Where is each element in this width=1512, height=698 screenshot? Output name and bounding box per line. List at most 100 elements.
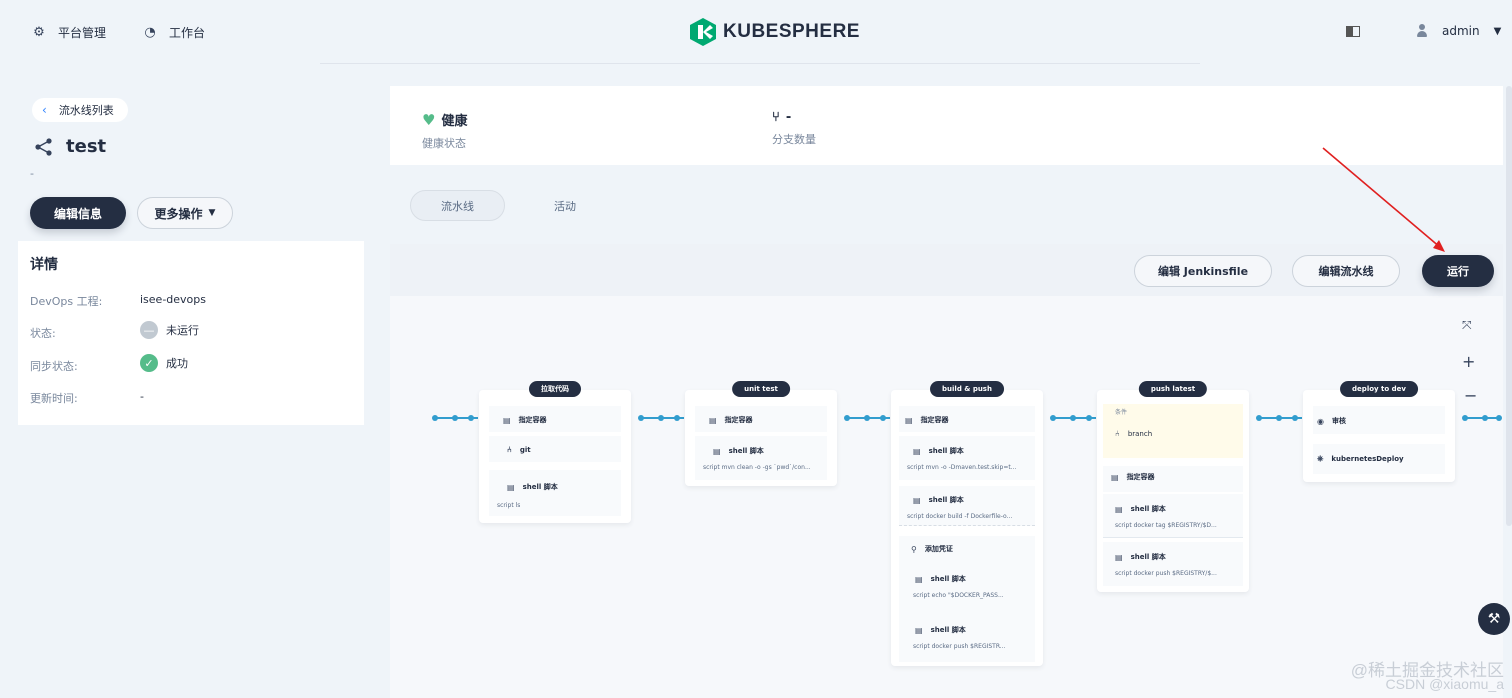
watermark-csdn: CSDN @xiaomu_a xyxy=(1385,676,1504,692)
step-script: script docker build -f Dockerfile-o... xyxy=(907,513,1013,520)
dashboard-icon: ◔ xyxy=(144,24,156,40)
connector-node xyxy=(658,415,664,421)
chevron-down-icon: ▼ xyxy=(1493,25,1502,37)
terminal-icon: ▤ xyxy=(915,574,923,584)
step-container[interactable]: ▤ 指定容器 xyxy=(695,406,827,432)
step-title: shell 脚本 xyxy=(930,626,966,634)
connector-node xyxy=(880,415,886,421)
stage-deploy-dev[interactable]: deploy to dev ◉ 审核 ⎈ kubernetesDeploy xyxy=(1303,381,1455,482)
stage-push-latest[interactable]: push latest 条件 ⑃ branch ▤ 指定容器 ▤ shell 脚本 s… xyxy=(1097,381,1249,592)
more-actions-button[interactable]: 更多操作 ▼ xyxy=(137,197,233,229)
stage-checkout[interactable]: 拉取代码 ▤ 指定容器 ⑃ git ▤ shell 脚本 script ls xyxy=(479,381,631,523)
connector-node xyxy=(1070,415,1076,421)
step-title: shell 脚本 xyxy=(928,447,964,455)
terminal-icon: ▤ xyxy=(913,495,921,505)
caret-down-icon: ▼ xyxy=(208,208,216,218)
tab-activity[interactable]: 活动 xyxy=(530,190,600,221)
step-title: git xyxy=(519,445,531,454)
step-shell[interactable]: ▤ shell 脚本 script mvn clean -o -gs `pwd`/… xyxy=(695,436,827,480)
connector-node xyxy=(638,415,644,421)
connector-node xyxy=(844,415,850,421)
step-kubernetes-deploy[interactable]: ⎈ kubernetesDeploy xyxy=(1313,444,1445,474)
zoom-out-icon[interactable]: − xyxy=(1464,386,1477,405)
detail-value-devops: isee-devops xyxy=(140,293,206,306)
terminal-icon: ▤ xyxy=(913,446,921,456)
step-title: kubernetesDeploy xyxy=(1331,455,1404,463)
step-shell[interactable]: ▤ shell 脚本 script docker tag $REGISTRY/$D… xyxy=(1103,494,1243,538)
gear-icon: ⚙ xyxy=(33,24,45,40)
terminal-icon: ▤ xyxy=(915,625,923,635)
nav-platform-management-label: 平台管理 xyxy=(58,26,107,40)
kubesphere-logo[interactable]: KUBESPHERE xyxy=(690,18,860,46)
step-shell[interactable]: ▤ shell 脚本 script docker push $REGISTRY/$… xyxy=(1103,542,1243,586)
condition-label: 条件 xyxy=(1115,409,1128,416)
stage-label: build & push xyxy=(930,381,1004,397)
stage-label: 拉取代码 xyxy=(529,381,581,397)
annotation-arrow xyxy=(1322,147,1445,252)
details-panel: 详情 DevOps 工程: isee-devops 状态: — 未运行 同步状态… xyxy=(18,241,364,425)
connector-node xyxy=(1496,415,1502,421)
chevron-left-icon: ‹ xyxy=(42,103,47,117)
step-audit[interactable]: ◉ 审核 xyxy=(1313,406,1445,434)
back-label: 流水线列表 xyxy=(58,104,114,117)
edit-info-button[interactable]: 编辑信息 xyxy=(30,197,126,229)
tab-pipeline[interactable]: 流水线 xyxy=(410,190,505,221)
stage-unit-test[interactable]: unit test ▤ 指定容器 ▤ shell 脚本 script mvn cle… xyxy=(685,381,837,486)
pipeline-canvas: 编辑 Jenkinsfile 编辑流水线 运行 ⤧ + − 拉取代码 ▤ 指定容器… xyxy=(390,244,1503,698)
step-title: shell 脚本 xyxy=(930,575,966,583)
connector-node xyxy=(1292,415,1298,421)
connector-node xyxy=(1276,415,1282,421)
step-shell[interactable]: ▤ shell 脚本 script mvn -o -Dmaven.test.ski… xyxy=(899,436,1035,480)
container-icon: ▤ xyxy=(503,415,511,425)
condition-block[interactable]: 条件 ⑃ branch xyxy=(1103,404,1243,458)
detail-label-sync: 同步状态: xyxy=(30,360,78,373)
top-navigation-bar: ⚙ 平台管理 ◔ 工作台 KUBESPHERE admin ▼ xyxy=(0,0,1512,64)
nav-workbench[interactable]: ◔ 工作台 xyxy=(143,24,205,41)
step-script: script mvn clean -o -gs `pwd`/con... xyxy=(703,464,811,471)
git-icon: ⑃ xyxy=(507,445,512,454)
step-credentials[interactable]: ⚲ 添加凭证 ▤ shell 脚本 script echo "$DOCKER_PAS… xyxy=(899,536,1035,662)
connector-node xyxy=(864,415,870,421)
branch-icon: ⑂ xyxy=(772,110,780,125)
devops-project-name: isee-devops xyxy=(140,293,206,306)
step-title: shell 脚本 xyxy=(522,483,558,491)
user-menu[interactable]: admin ▼ xyxy=(1416,24,1501,38)
step-script: script echo "$DOCKER_PASS... xyxy=(913,592,1004,599)
nav-workbench-label: 工作台 xyxy=(169,26,206,40)
connector-node xyxy=(1086,415,1092,421)
hammer-icon[interactable]: ⚒ xyxy=(1478,603,1510,635)
step-title: shell 脚本 xyxy=(1130,553,1166,561)
step-title: branch xyxy=(1127,429,1153,438)
terminal-icon: ▤ xyxy=(1115,504,1123,514)
layout-toggle-icon[interactable] xyxy=(1346,26,1360,37)
step-script: script docker push $REGISTRY/$... xyxy=(1115,570,1217,577)
fullscreen-icon[interactable]: ⤧ xyxy=(1462,318,1472,333)
details-title: 详情 xyxy=(30,257,58,273)
step-container[interactable]: ▤ 指定容器 xyxy=(899,406,1035,432)
stage-label: push latest xyxy=(1138,381,1208,397)
nav-platform-management[interactable]: ⚙ 平台管理 xyxy=(32,24,106,41)
pipeline-name: test xyxy=(66,136,107,157)
step-container[interactable]: ▤ 指定容器 xyxy=(489,406,621,432)
detail-value-status: — 未运行 xyxy=(140,321,199,339)
edit-jenkinsfile-button[interactable]: 编辑 Jenkinsfile xyxy=(1134,255,1272,287)
stage-build-push[interactable]: build & push ▤ 指定容器 ▤ shell 脚本 script mvn … xyxy=(891,381,1043,666)
zoom-in-icon[interactable]: + xyxy=(1462,352,1475,371)
step-script: script ls xyxy=(497,502,521,509)
updated-time: - xyxy=(140,390,144,403)
user-icon xyxy=(1416,24,1428,38)
key-icon: ⚲ xyxy=(911,544,917,554)
step-script: script mvn -o -Dmaven.test.skip=t... xyxy=(907,464,1017,471)
branch-count: - xyxy=(785,110,792,125)
pipeline-description: - xyxy=(30,167,34,180)
success-check-icon: ✓ xyxy=(140,354,158,372)
container-icon: ▤ xyxy=(1111,472,1119,482)
step-shell[interactable]: ▤ shell 脚本 script ls xyxy=(489,470,621,516)
step-git[interactable]: ⑃ git xyxy=(489,436,621,462)
more-actions-label: 更多操作 xyxy=(154,206,203,221)
step-container[interactable]: ▤ 指定容器 xyxy=(1103,466,1243,492)
branch-label: 分支数量 xyxy=(772,133,816,146)
back-to-pipeline-list[interactable]: ‹ 流水线列表 xyxy=(32,98,128,122)
page-scrollbar[interactable] xyxy=(1506,86,1512,526)
step-shell[interactable]: ▤ shell 脚本 script docker build -f Dockerf… xyxy=(899,486,1035,526)
